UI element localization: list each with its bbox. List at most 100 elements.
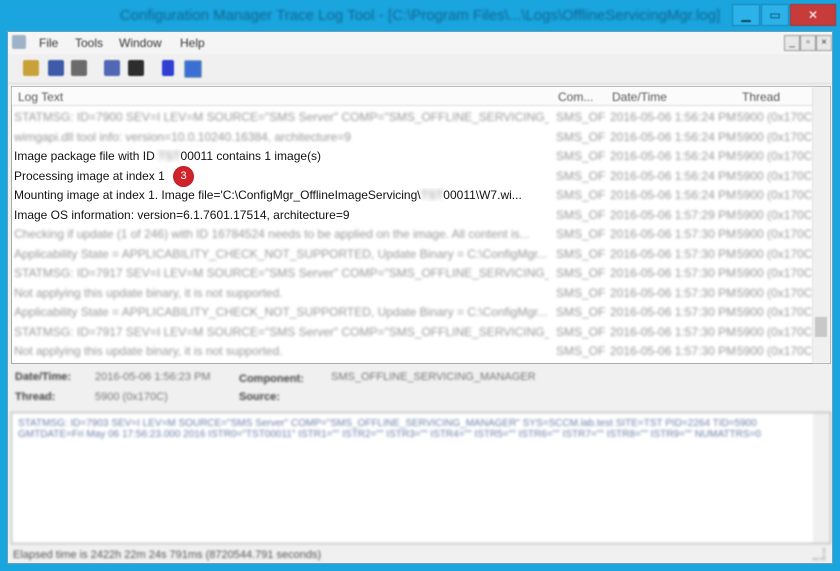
- save-icon[interactable]: [71, 60, 87, 76]
- log-text: Applicability State = APPLICABILITY_CHEC…: [14, 305, 548, 319]
- menu-help[interactable]: Help: [180, 36, 205, 50]
- log-text: wimgapi.dll tool info: version=10.0.1024…: [14, 129, 351, 144]
- message-scrollbar[interactable]: [813, 413, 830, 543]
- component-cell: SMS_OFF: [556, 227, 606, 241]
- date-time-cell: 2016-05-06 1:56:24 PM: [610, 129, 737, 144]
- table-row[interactable]: Image package file with ID TST00011 cont…: [12, 147, 812, 167]
- date-time-cell: 2016-05-06 1:57:30 PM: [610, 305, 737, 319]
- message-detail-box[interactable]: STATMSG: ID=7903 SEV=I LEV=M SOURCE="SMS…: [11, 412, 831, 544]
- component-value: SMS_OFFLINE_SERVICING_MANAGER: [331, 371, 536, 383]
- mdi-close-button[interactable]: ×: [816, 35, 832, 51]
- app-window: Configuration Manager Trace Log Tool - […: [0, 0, 840, 571]
- table-row[interactable]: Not applying this update binary, it is n…: [12, 284, 812, 304]
- message-text: STATMSG: ID=7903 SEV=I LEV=M SOURCE="SMS…: [18, 418, 761, 440]
- component-cell: SMS_OFF: [556, 246, 606, 261]
- datetime-label: Date/Time:: [15, 371, 72, 383]
- copy-icon[interactable]: [104, 60, 120, 76]
- component-cell: SMS_OFF: [556, 324, 606, 339]
- component-cell: SMS_OFF: [556, 168, 606, 183]
- datetime-value: 2016-05-06 1:56:23 PM: [95, 371, 211, 383]
- mdi-restore-button[interactable]: ▫: [800, 35, 816, 51]
- log-text-part: Mounting image at index 1. Image file='C…: [14, 188, 421, 202]
- window-title: Configuration Manager Trace Log Tool - […: [119, 7, 721, 24]
- log-text: Not applying this update binary, it is n…: [14, 285, 283, 300]
- mdi-minimize-button[interactable]: _: [784, 35, 800, 51]
- thread-cell: 5900 (0x170C): [737, 149, 812, 163]
- table-row[interactable]: STATMSG: ID=7900 SEV=I LEV=M SOURCE="SMS…: [12, 108, 812, 128]
- date-time-cell: 2016-05-06 1:57:30 PM: [610, 227, 737, 241]
- date-time-cell: 2016-05-06 1:56:24 PM: [610, 149, 737, 163]
- date-time-cell: 2016-05-06 1:56:24 PM: [610, 188, 737, 202]
- component-cell: SMS_OFF: [556, 344, 606, 358]
- column-thread[interactable]: Thread: [742, 90, 780, 104]
- list-scrollbar[interactable]: [812, 87, 830, 363]
- source-label: Source:: [239, 391, 280, 403]
- table-row[interactable]: Image OS information: version=6.1.7601.1…: [12, 206, 812, 226]
- find-icon[interactable]: [128, 60, 144, 76]
- document-icon[interactable]: [12, 35, 26, 49]
- component-cell: SMS_OFF: [556, 129, 606, 144]
- component-cell: SMS_OFF: [556, 285, 606, 300]
- thread-value: 5900 (0x170C): [95, 391, 168, 403]
- column-log-text[interactable]: Log Text: [18, 90, 63, 104]
- log-text: STATMSG: ID=7917 SEV=I LEV=M SOURCE="SMS…: [14, 266, 549, 280]
- step-badge: 3: [174, 166, 193, 186]
- log-text-part: 00011\W7.wi...: [443, 188, 522, 202]
- table-row[interactable]: STATMSG: ID=7917 SEV=I LEV=M SOURCE="SMS…: [12, 264, 812, 284]
- print-icon[interactable]: [48, 60, 64, 76]
- minimize-button[interactable]: ▁: [732, 4, 760, 26]
- log-text: Not applying this update binary, it is n…: [14, 344, 283, 358]
- table-row[interactable]: STATMSG: ID=7917 SEV=I LEV=M SOURCE="SMS…: [12, 323, 812, 343]
- list-scrollbar-thumb[interactable]: [815, 317, 827, 337]
- date-time-cell: 2016-05-06 1:57:30 PM: [610, 246, 737, 261]
- open-icon[interactable]: [23, 60, 39, 76]
- status-bar: Elapsed time is 2422h 22m 24s 791ms (872…: [11, 546, 831, 563]
- log-text: Image package file with ID TST00011 cont…: [14, 149, 549, 163]
- log-text: Checking if update (1 of 246) with ID 16…: [14, 227, 530, 241]
- date-time-cell: 2016-05-06 1:57:30 PM: [610, 344, 737, 358]
- table-row[interactable]: Checking if update (1 of 246) with ID 16…: [12, 225, 812, 245]
- redacted-site-code: TST: [157, 149, 181, 163]
- log-list[interactable]: Log Text Com... Date/Time Thread STATMSG…: [11, 86, 831, 364]
- menu-tools[interactable]: Tools: [75, 36, 103, 50]
- table-row[interactable]: Processing image at index 1 3 SMS_OFF 20…: [12, 166, 812, 187]
- thread-cell: 5900 (0x170C): [737, 266, 812, 280]
- component-cell: SMS_OFF: [556, 266, 606, 280]
- thread-cell: 5900 (0x170C): [737, 207, 812, 222]
- thread-cell: 5900 (0x170C): [737, 129, 812, 144]
- log-text: Applicability State = APPLICABILITY_CHEC…: [14, 246, 548, 261]
- pause-icon[interactable]: [162, 60, 174, 76]
- thread-label: Thread:: [15, 391, 56, 403]
- table-row[interactable]: Not applying this update binary, it is n…: [12, 342, 812, 362]
- log-text-part: 00011 contains 1 image(s): [180, 149, 322, 163]
- close-button[interactable]: ✕: [790, 4, 836, 26]
- table-row[interactable]: Applicability State = APPLICABILITY_CHEC…: [12, 303, 812, 323]
- component-cell: SMS_OFF: [556, 305, 606, 319]
- table-row[interactable]: Applicability State = APPLICABILITY_CHEC…: [12, 245, 812, 265]
- date-time-cell: 2016-05-06 1:57:30 PM: [610, 266, 737, 280]
- resize-grip-icon[interactable]: [813, 548, 825, 560]
- table-row[interactable]: Mounting image at index 1. Image file='C…: [12, 186, 812, 206]
- menu-window[interactable]: Window: [119, 36, 162, 50]
- column-date-time[interactable]: Date/Time: [612, 90, 667, 104]
- log-text-part: Image package file with ID: [14, 149, 158, 163]
- component-cell: SMS_OFF: [556, 188, 606, 202]
- table-row[interactable]: wimgapi.dll tool info: version=10.0.1024…: [12, 128, 812, 148]
- maximize-button[interactable]: ▭: [761, 4, 789, 26]
- list-header: Log Text Com... Date/Time Thread: [12, 87, 814, 106]
- column-component[interactable]: Com...: [558, 90, 593, 104]
- details-panel: Date/Time: 2016-05-06 1:56:23 PM Compone…: [11, 366, 831, 412]
- log-text: Processing image at index 1: [14, 168, 165, 183]
- menu-file[interactable]: File: [39, 36, 58, 50]
- highlight-icon[interactable]: [184, 60, 202, 78]
- date-time-cell: 2016-05-06 1:56:24 PM: [610, 168, 737, 183]
- log-text: STATMSG: ID=7900 SEV=I LEV=M SOURCE="SMS…: [14, 110, 549, 124]
- thread-cell: 5900 (0x170C): [737, 305, 812, 319]
- toolbar: [8, 55, 832, 84]
- component-cell: SMS_OFF: [556, 110, 606, 124]
- component-cell: SMS_OFF: [556, 207, 606, 222]
- thread-cell: 5900 (0x170C): [737, 344, 812, 358]
- date-time-cell: 2016-05-06 1:57:29 PM: [610, 207, 737, 222]
- component-cell: SMS_OFF: [556, 149, 606, 163]
- title-bar[interactable]: Configuration Manager Trace Log Tool - […: [0, 0, 840, 30]
